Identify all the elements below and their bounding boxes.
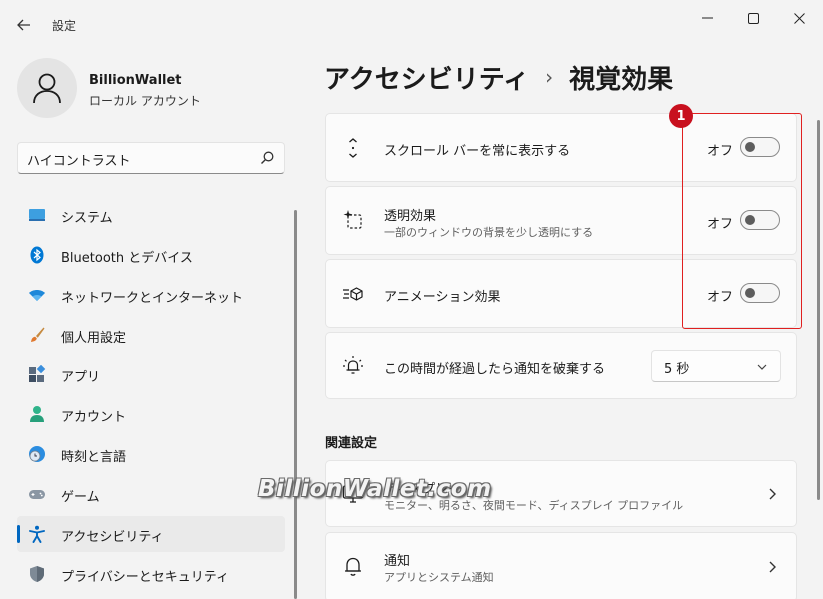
sidebar-item-time-language[interactable]: 時刻と言語	[17, 436, 285, 472]
sidebar-item-label: Bluetooth とデバイス	[61, 251, 193, 266]
setting-title: スクロール バーを常に表示する	[384, 144, 571, 159]
sidebar-item-network[interactable]: ネットワークとインターネット	[17, 277, 285, 313]
transparency-icon	[343, 210, 362, 229]
person-icon	[30, 406, 44, 422]
search-icon[interactable]	[259, 150, 275, 166]
annotation-highlight-box	[682, 113, 802, 329]
sidebar-item-label: ネットワークとインターネット	[61, 291, 244, 306]
sidebar-item-system[interactable]: システム	[17, 197, 285, 233]
sidebar-item-accounts[interactable]: アカウント	[17, 396, 285, 432]
annotation-badge: 1	[669, 104, 693, 128]
chevron-right-icon	[769, 488, 776, 500]
main-scrollbar[interactable]	[817, 120, 820, 500]
notification-timeout-dropdown[interactable]: 5 秒	[651, 350, 781, 382]
wifi-icon	[29, 290, 45, 301]
sidebar-item-privacy[interactable]: プライバシーとセキュリティ	[17, 556, 285, 592]
setting-notification-timeout: この時間が経過したら通知を破棄する 5 秒	[325, 332, 797, 399]
animation-icon	[343, 287, 363, 301]
avatar[interactable]	[17, 58, 77, 118]
breadcrumb: アクセシビリティ › 視覚効果	[324, 57, 673, 97]
setting-title: 透明効果	[384, 209, 437, 224]
title-bar: 設定	[0, 0, 823, 48]
sidebar-item-accessibility[interactable]: アクセシビリティ	[17, 516, 285, 552]
sidebar-scrollbar[interactable]	[294, 210, 297, 599]
sidebar-item-label: システム	[61, 211, 113, 226]
setting-title: 通知	[384, 554, 411, 569]
sidebar-item-label: 時刻と言語	[61, 450, 127, 465]
person-icon	[33, 73, 61, 104]
accessibility-icon	[29, 525, 45, 543]
close-button[interactable]	[776, 4, 822, 32]
sidebar-item-label: アクセシビリティ	[61, 530, 164, 545]
sidebar-item-personalization[interactable]: 個人用設定	[17, 317, 285, 353]
active-indicator	[17, 525, 20, 543]
search-input[interactable]: ハイコントラスト	[17, 142, 285, 174]
sidebar-item-label: アプリ	[61, 370, 101, 385]
sidebar-item-gaming[interactable]: ゲーム	[17, 476, 285, 512]
window-title: 設定	[52, 19, 77, 33]
close-icon	[793, 12, 805, 24]
sidebar-item-apps[interactable]: アプリ	[17, 356, 285, 392]
shield-icon	[30, 566, 44, 582]
setting-subtitle: アプリとシステム通知	[384, 571, 494, 584]
setting-title: この時間が経過したら通知を破棄する	[384, 362, 606, 377]
account-type: ローカル アカウント	[89, 94, 201, 108]
watermark: BillionWallet.com	[258, 476, 492, 502]
maximize-button[interactable]	[730, 4, 776, 32]
bell-icon	[345, 557, 361, 576]
setting-title: アニメーション効果	[384, 290, 501, 305]
system-icon	[29, 209, 45, 221]
search-value: ハイコントラスト	[27, 154, 131, 169]
setting-subtitle: 一部のウィンドウの背景を少し透明にする	[384, 226, 594, 239]
brush-icon	[31, 327, 45, 342]
gamepad-icon	[29, 490, 45, 499]
related-settings-heading: 関連設定	[325, 436, 378, 451]
sidebar-item-bluetooth[interactable]: Bluetooth とデバイス	[17, 237, 285, 273]
sidebar-item-label: プライバシーとセキュリティ	[61, 570, 229, 585]
back-button[interactable]	[10, 12, 38, 38]
back-arrow-icon	[17, 19, 30, 31]
apps-icon	[29, 365, 46, 382]
account-name: BillionWallet	[89, 73, 182, 88]
related-notifications-link[interactable]: 通知 アプリとシステム通知	[325, 532, 797, 599]
sidebar-item-label: 個人用設定	[61, 331, 127, 346]
minimize-button[interactable]	[684, 4, 730, 32]
chevron-down-icon	[757, 364, 767, 370]
sidebar-item-label: アカウント	[61, 410, 127, 425]
scroll-arrows-icon	[349, 138, 357, 158]
dropdown-value: 5 秒	[664, 362, 690, 377]
breadcrumb-parent[interactable]: アクセシビリティ	[324, 59, 529, 96]
breadcrumb-separator: ›	[545, 65, 554, 89]
sun-bell-icon	[343, 356, 363, 374]
chevron-right-icon	[769, 561, 776, 573]
page-title: 視覚効果	[569, 64, 674, 95]
bluetooth-icon	[30, 246, 44, 264]
minimize-icon	[701, 17, 713, 19]
maximize-icon	[747, 12, 759, 24]
globe-clock-icon	[29, 446, 45, 462]
sidebar-item-label: ゲーム	[61, 490, 100, 505]
